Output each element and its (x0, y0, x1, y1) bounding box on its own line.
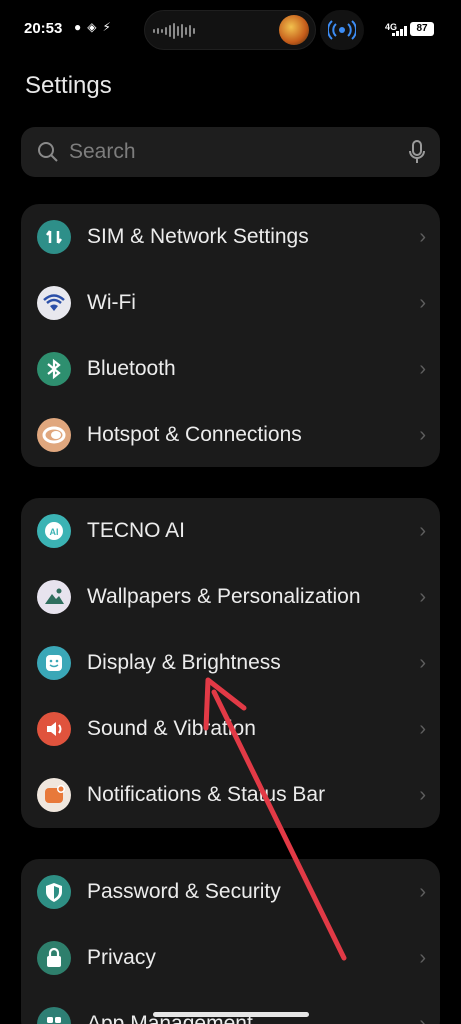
lock-icon (37, 941, 71, 975)
sound-icon (37, 712, 71, 746)
hotspot-status-pill[interactable] (320, 10, 364, 50)
wifi-icon (37, 286, 71, 320)
chevron-right-icon: › (419, 226, 426, 248)
chevron-right-icon: › (419, 947, 426, 969)
media-artwork (279, 15, 309, 45)
signal-icon (392, 26, 407, 36)
shield-icon (37, 875, 71, 909)
settings-item-label: SIM & Network Settings (87, 225, 309, 248)
notifications-icon (37, 778, 71, 812)
chevron-right-icon: › (419, 586, 426, 608)
chevron-right-icon: › (419, 652, 426, 674)
notification-icons: ● ◈ ⚡ (74, 20, 111, 34)
settings-item-label: Bluetooth (87, 357, 176, 380)
chevron-right-icon: › (419, 520, 426, 542)
settings-item-label: Wi-Fi (87, 291, 136, 314)
display-icon (37, 646, 71, 680)
chevron-right-icon: › (419, 784, 426, 806)
charging-icon: ⚡ (102, 20, 111, 34)
settings-item-label: Wallpapers & Personalization (87, 585, 361, 608)
battery-icon: 87 (410, 22, 434, 36)
hotspot-icon (37, 418, 71, 452)
settings-item-label: Password & Security (87, 880, 281, 903)
page-title: Settings (25, 72, 112, 99)
broadcast-icon (328, 20, 356, 40)
wallpaper-icon (37, 580, 71, 614)
settings-item-notifications[interactable]: Notifications & Status Bar › (21, 762, 440, 828)
home-indicator[interactable] (153, 1012, 309, 1017)
sim-network-icon (37, 220, 71, 254)
settings-item-tecno-ai[interactable]: AI TECNO AI › (21, 498, 440, 564)
tecno-ai-icon: AI (37, 514, 71, 548)
settings-item-password-security[interactable]: Password & Security › (21, 859, 440, 925)
chevron-right-icon: › (419, 1013, 426, 1024)
search-icon (38, 142, 58, 162)
status-bar: 20:53 ● ◈ ⚡ 4G 87 (0, 0, 461, 58)
svg-text:AI: AI (50, 527, 59, 537)
settings-item-label: Display & Brightness (87, 651, 281, 674)
search-input[interactable]: Search (69, 140, 136, 164)
settings-item-hotspot[interactable]: Hotspot & Connections › (21, 402, 440, 468)
chevron-right-icon: › (419, 881, 426, 903)
settings-item-label: Privacy (87, 946, 156, 969)
settings-item-sound[interactable]: Sound & Vibration › (21, 696, 440, 762)
chat-icon: ● (74, 20, 82, 34)
status-time: 20:53 (24, 20, 63, 37)
settings-item-bluetooth[interactable]: Bluetooth › (21, 336, 440, 402)
chevron-right-icon: › (419, 718, 426, 740)
settings-item-label: Sound & Vibration (87, 717, 256, 740)
chevron-right-icon: › (419, 424, 426, 446)
chevron-right-icon: › (419, 292, 426, 314)
settings-item-wifi[interactable]: Wi-Fi › (21, 270, 440, 336)
settings-item-label: Notifications & Status Bar (87, 783, 326, 806)
settings-item-app-management[interactable]: App Management › (21, 991, 440, 1024)
settings-group-connectivity: SIM & Network Settings › Wi-Fi › Bluetoo… (21, 204, 440, 467)
settings-item-privacy[interactable]: Privacy › (21, 925, 440, 991)
app-icon: ◈ (87, 20, 97, 34)
settings-item-label: TECNO AI (87, 519, 186, 542)
settings-item-label: Hotspot & Connections (87, 423, 302, 446)
bluetooth-icon (37, 352, 71, 386)
search-bar[interactable]: Search (21, 127, 440, 177)
audio-wave-icon (153, 23, 195, 39)
settings-item-display[interactable]: Display & Brightness › (21, 630, 440, 696)
microphone-icon[interactable] (408, 140, 426, 164)
chevron-right-icon: › (419, 358, 426, 380)
dynamic-island[interactable] (144, 10, 316, 50)
apps-icon (37, 1007, 71, 1024)
settings-item-sim-network[interactable]: SIM & Network Settings › (21, 204, 440, 270)
settings-group-personalization: AI TECNO AI › Wallpapers & Personalizati… (21, 498, 440, 828)
settings-item-wallpapers[interactable]: Wallpapers & Personalization › (21, 564, 440, 630)
settings-group-security: Password & Security › Privacy › App Mana… (21, 859, 440, 1024)
